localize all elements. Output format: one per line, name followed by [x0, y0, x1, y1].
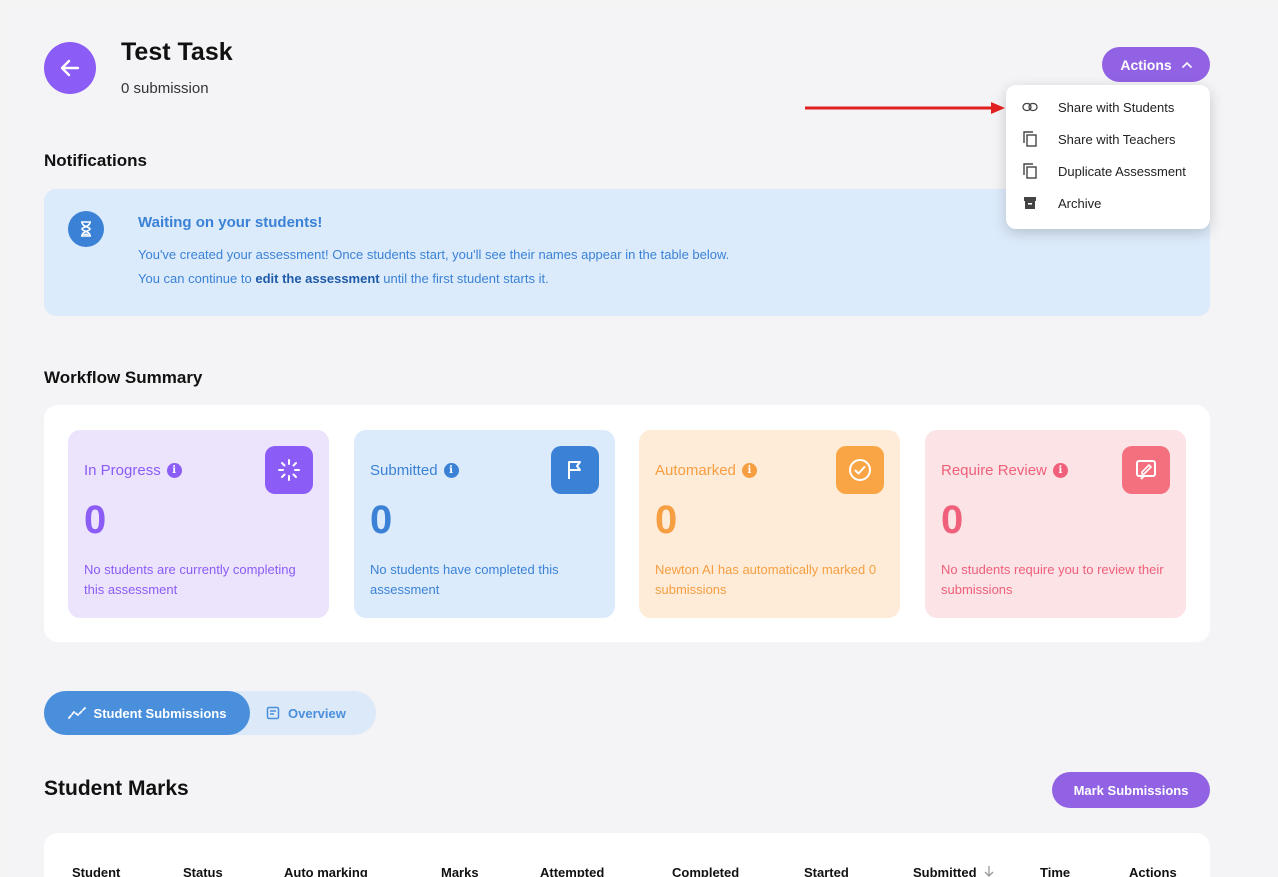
card-label: Require Review i	[941, 462, 1068, 479]
card-description: No students have completed this assessme…	[370, 562, 559, 597]
tab-student-submissions[interactable]: Student Submissions	[44, 691, 250, 735]
card-value: 0	[941, 498, 964, 542]
card-description: No students require you to review their …	[941, 562, 1164, 597]
column-header-actions[interactable]: Actions	[1129, 865, 1177, 877]
card-label-text: In Progress	[84, 462, 161, 479]
column-header-time[interactable]: Time	[1040, 865, 1070, 877]
card-value: 0	[655, 498, 678, 542]
column-header-student[interactable]: Student	[72, 865, 120, 877]
notifications-heading: Notifications	[44, 151, 147, 170]
copy-icon	[1022, 131, 1038, 147]
column-header-auto-marking[interactable]: Auto marking	[284, 865, 368, 877]
column-header-status[interactable]: Status	[183, 865, 223, 877]
column-header-submitted[interactable]: Submitted	[913, 865, 994, 877]
menu-item-share-teachers[interactable]: Share with Teachers	[1006, 123, 1210, 155]
edit-assessment-link[interactable]: edit the assessment	[255, 271, 379, 286]
copy-icon	[1022, 163, 1038, 179]
column-header-attempted[interactable]: Attempted	[540, 865, 604, 877]
menu-item-duplicate[interactable]: Duplicate Assessment	[1006, 155, 1210, 187]
notification-text: You've created your assessment! Once stu…	[138, 247, 730, 262]
view-tabs: Student Submissions Overview	[44, 691, 376, 735]
card-label: In Progress i	[84, 462, 182, 479]
student-marks-title: Student Marks	[44, 777, 189, 800]
card-description: No students are currently completing thi…	[84, 562, 296, 597]
menu-item-label: Archive	[1058, 195, 1102, 211]
menu-item-archive[interactable]: Archive	[1006, 187, 1210, 219]
column-header-marks[interactable]: Marks	[441, 865, 479, 877]
trend-icon	[67, 707, 86, 719]
workflow-summary: In Progress i 0 No students are currentl…	[44, 405, 1210, 642]
info-icon[interactable]: i	[1052, 463, 1068, 478]
menu-item-label: Share with Teachers	[1058, 131, 1176, 147]
menu-item-label: Duplicate Assessment	[1058, 163, 1186, 179]
notification-title: Waiting on your students!	[138, 214, 323, 231]
tab-overview[interactable]: Overview	[266, 691, 346, 735]
flag-icon	[551, 446, 599, 494]
chevron-up-icon	[1181, 61, 1192, 68]
page-title: Test Task	[121, 38, 233, 66]
info-icon[interactable]: i	[166, 463, 182, 478]
card-label: Automarked i	[655, 462, 757, 479]
card-in-progress: In Progress i 0 No students are currentl…	[68, 430, 329, 618]
menu-item-label: Share with Students	[1058, 99, 1175, 115]
actions-label: Actions	[1120, 56, 1172, 73]
info-icon[interactable]: i	[741, 463, 757, 478]
back-button[interactable]	[44, 42, 96, 94]
card-value: 0	[370, 498, 393, 542]
check-circle-icon	[836, 446, 884, 494]
actions-button[interactable]: Actions	[1102, 47, 1210, 82]
notification-text: You can continue to edit the assessment …	[138, 271, 549, 286]
tab-label: Overview	[288, 705, 346, 721]
annotation-arrow	[805, 102, 1005, 114]
column-header-started[interactable]: Started	[804, 865, 849, 877]
card-automarked: Automarked i 0 Newton AI has automatical…	[639, 430, 900, 618]
notification-text-prefix: You can continue to	[138, 271, 256, 286]
actions-menu: Share with Students Share with Teachers …	[1006, 85, 1210, 229]
document-icon	[266, 706, 280, 720]
card-value: 0	[84, 498, 107, 542]
menu-item-share-students[interactable]: Share with Students	[1006, 91, 1210, 123]
hourglass-icon	[68, 211, 104, 247]
card-label-text: Automarked	[655, 462, 736, 479]
arrow-left-icon	[60, 59, 80, 77]
review-icon	[1122, 446, 1170, 494]
card-description: Newton AI has automatically marked 0 sub…	[655, 562, 877, 597]
info-icon[interactable]: i	[443, 463, 459, 478]
tab-label: Student Submissions	[93, 705, 227, 721]
submission-count: 0 submission	[121, 80, 209, 97]
card-label-text: Submitted	[370, 462, 438, 479]
column-header-completed[interactable]: Completed	[672, 865, 739, 877]
archive-icon	[1022, 195, 1038, 211]
mark-submissions-button[interactable]: Mark Submissions	[1052, 772, 1210, 808]
card-submitted: Submitted i 0 No students have completed…	[354, 430, 615, 618]
card-label-text: Require Review	[941, 462, 1047, 479]
card-require-review: Require Review i 0 No students require y…	[925, 430, 1186, 618]
sort-down-icon	[984, 866, 994, 877]
link-icon	[1022, 99, 1038, 115]
column-header-label: Submitted	[913, 865, 977, 877]
card-label: Submitted i	[370, 462, 459, 479]
loader-icon	[265, 446, 313, 494]
notification-text-suffix: until the first student starts it.	[379, 271, 549, 286]
student-marks-table: Student Status Auto marking Marks Attemp…	[44, 833, 1210, 877]
workflow-heading: Workflow Summary	[44, 368, 203, 387]
